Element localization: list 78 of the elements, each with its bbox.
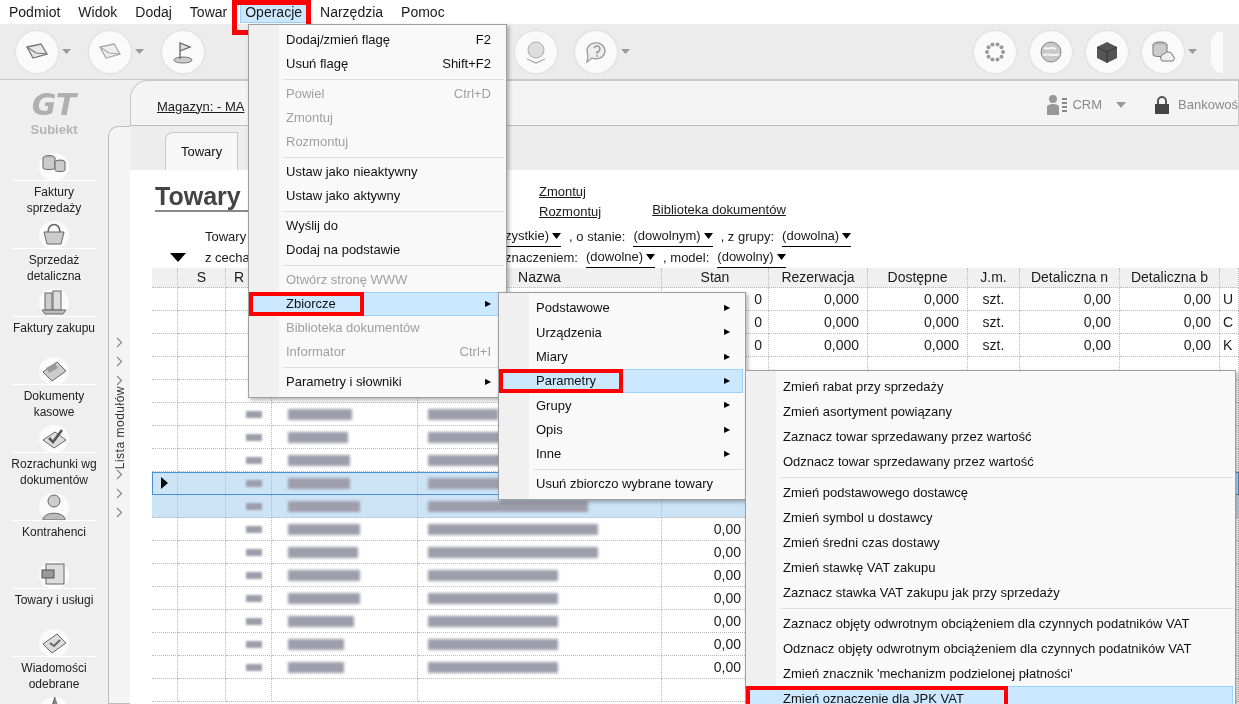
menu-label: Zmień oznaczenie dla JPK VAT xyxy=(783,689,964,704)
submenu-arrow: ▶ xyxy=(724,351,730,362)
submenu-arrow: ▶ xyxy=(724,400,730,411)
menu-label: Ustaw jako nieaktywny xyxy=(286,163,418,182)
table-cell-text: szt. xyxy=(982,335,1005,355)
table-cell-text: 0,000 xyxy=(823,335,859,355)
shortcut-text: F2 xyxy=(475,31,491,50)
table-cell-text: 0,000 xyxy=(923,312,959,332)
submenu-arrow: ▶ xyxy=(485,299,491,309)
menu-label: Urządzenia xyxy=(536,323,602,342)
menu-label: Odznacz towar sprzedawany przez wartość xyxy=(783,452,1034,471)
submenu-arrow: ▶ xyxy=(485,377,491,387)
menu-label: Zbiorcze xyxy=(286,295,336,314)
menu-label: Biblioteka dokumentów xyxy=(286,319,420,338)
menu-label: Wyślij do xyxy=(286,217,338,236)
submenu-arrow: ▶ xyxy=(724,448,730,459)
menu-label: Opis xyxy=(536,420,563,439)
menu-label: Zaznacz towar sprzedawany przez wartość xyxy=(783,427,1032,446)
shortcut-text: Ctrl+I xyxy=(459,343,491,362)
menu-label: Zmień podstawowego dostawcę xyxy=(783,483,968,502)
submenu-arrow: ▶ xyxy=(724,303,730,314)
menu-label: Zmień asortyment powiązany xyxy=(783,402,953,421)
menu-label: Zaznacz objęty odwrotnym obciążeniem dla czynnych podatników VAT xyxy=(783,614,1190,633)
menu-label: Otwórz stronę WWW xyxy=(286,271,408,290)
table-cell-text: 0 xyxy=(754,312,762,332)
menu-label: Ustaw jako aktywny xyxy=(286,187,401,206)
table-cell-text: 0,000 xyxy=(923,289,959,309)
menu-label: Miary xyxy=(536,348,568,366)
table-cell-text: 0,000 xyxy=(923,335,959,355)
table-cell-text: 0 xyxy=(754,289,762,309)
menu-label: Usuń flagę xyxy=(286,55,349,74)
table-cell-text: 0,00 xyxy=(713,565,741,585)
menu-label: Podstawowe xyxy=(536,299,610,318)
submenu-arrow: ▶ xyxy=(724,376,730,387)
filter-label: , z grupy: xyxy=(720,227,775,246)
menu-label: Odznacz objęty odwrotnym obciążeniem dla czynnych podatników VAT xyxy=(783,639,1192,658)
table-cell-text: 0 xyxy=(754,335,762,355)
table-cell-text: 0,00 xyxy=(1083,289,1111,309)
table-cell-text: szt. xyxy=(982,289,1005,309)
table-cell-text: C xyxy=(1223,312,1234,332)
filter-label: znaczeniem: xyxy=(505,248,578,267)
table-cell-text: 0,00 xyxy=(713,657,741,677)
logo-mark: GT xyxy=(31,90,77,121)
menu-label: Inne xyxy=(536,445,562,464)
table-cell-text: 0,00 xyxy=(1183,335,1211,355)
menu-label: Grupy xyxy=(536,396,572,415)
submenu-arrow: ▶ xyxy=(724,424,730,435)
table-cell-text: 0,00 xyxy=(713,519,741,539)
shortcut-text: Ctrl+D xyxy=(453,85,491,104)
table-cell-text: 0,00 xyxy=(713,542,741,562)
table-cell-text: 0,00 xyxy=(1083,335,1111,355)
table-cell-text: 0,00 xyxy=(713,611,741,631)
logo-name: Subiekt xyxy=(30,121,78,140)
shortcut-text: Shift+F2 xyxy=(442,55,491,74)
table-cell-text: 0,00 xyxy=(1183,312,1211,332)
filter-label: , o stanie: xyxy=(569,227,626,246)
table-cell-text: 0,000 xyxy=(823,312,859,332)
menu-label: Powiel xyxy=(286,85,325,104)
table-cell-text: U xyxy=(1223,289,1234,309)
menu-label: Dodaj/zmień flagę xyxy=(286,31,391,50)
table-cell-text: 0,00 xyxy=(713,634,741,654)
menu-label: Parametry xyxy=(536,372,596,391)
submenu-arrow: ▶ xyxy=(724,327,730,338)
table-cell-text: 0,00 xyxy=(1183,289,1211,309)
menu-label: Usuń zbiorczo wybrane towary xyxy=(536,475,714,494)
menu-label: Rozmontuj xyxy=(286,133,349,152)
table-cell-text: K xyxy=(1223,335,1233,355)
table-cell-text: 0,00 xyxy=(713,588,741,608)
table-cell-text: szt. xyxy=(982,312,1005,332)
menu-label: Informator xyxy=(286,343,346,362)
filter-label: , model: xyxy=(663,248,710,267)
menu-label: Zmontuj xyxy=(286,109,333,128)
table-cell-text: 0,000 xyxy=(823,289,859,309)
menu-label: Dodaj na podstawie xyxy=(286,241,401,260)
menu-label: Zmień rabat przy sprzedaży xyxy=(783,377,944,396)
filter-label: Towary xyxy=(205,228,247,244)
menu-label: Parametry i słowniki xyxy=(286,373,402,392)
table-cell-text: 0,00 xyxy=(1083,312,1111,332)
